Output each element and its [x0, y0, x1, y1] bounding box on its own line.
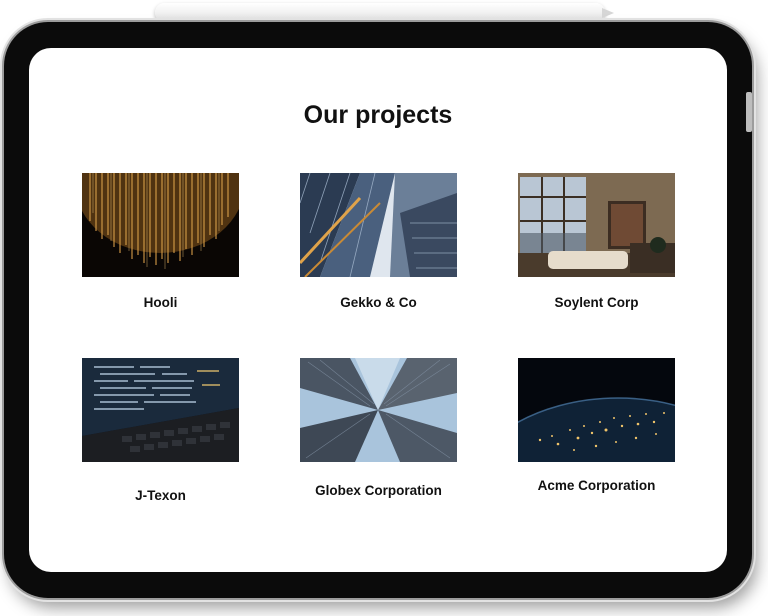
project-image-soylent[interactable] — [518, 173, 675, 277]
project-card-globex[interactable]: Globex Corporation — [300, 358, 457, 498]
project-title[interactable]: Globex Corporation — [300, 483, 457, 498]
project-card-jtexon[interactable]: J-Texon — [82, 358, 239, 503]
project-card-acme[interactable]: Acme Corporation — [518, 358, 675, 493]
project-title[interactable]: Hooli — [82, 295, 239, 310]
apple-pencil-icon — [155, 3, 614, 22]
project-image-globex[interactable] — [300, 358, 457, 462]
page-title: Our projects — [303, 101, 453, 129]
project-image-acme[interactable] — [518, 358, 675, 462]
pencil-tip — [602, 8, 614, 18]
ipad-frame: Our projects Hooli Gekko & Co Soylent Co… — [4, 22, 752, 598]
screen: Our projects Hooli Gekko & Co Soylent Co… — [29, 48, 727, 572]
project-title[interactable]: Acme Corporation — [518, 478, 675, 493]
project-title[interactable]: Gekko & Co — [300, 295, 457, 310]
project-image-jtexon[interactable] — [82, 358, 239, 462]
project-title[interactable]: Soylent Corp — [518, 295, 675, 310]
project-title[interactable]: J-Texon — [82, 488, 239, 503]
side-button — [746, 92, 752, 132]
project-image-gekko[interactable] — [300, 173, 457, 277]
stage: Our projects Hooli Gekko & Co Soylent Co… — [0, 0, 768, 616]
project-card-hooli[interactable]: Hooli — [82, 173, 239, 310]
project-card-gekko[interactable]: Gekko & Co — [300, 173, 457, 310]
project-image-hooli[interactable] — [82, 173, 239, 277]
project-card-soylent[interactable]: Soylent Corp — [518, 173, 675, 310]
